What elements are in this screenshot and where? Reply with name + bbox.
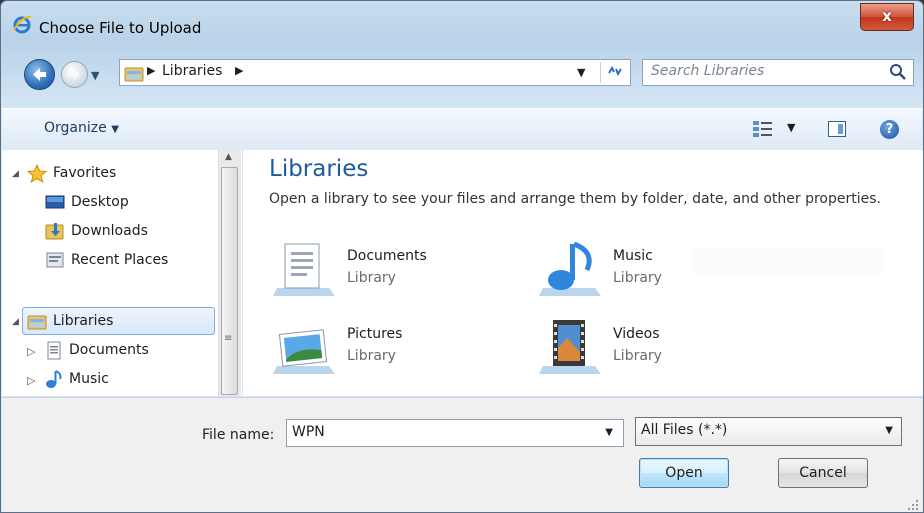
back-button[interactable] [24, 59, 55, 90]
file-type-value: All Files (*.*) [641, 422, 728, 438]
library-tile-pictures[interactable]: Pictures Library [273, 318, 493, 378]
file-upload-dialog: Choose File to Upload x ▼ ▶ Libraries ▶ … [0, 0, 924, 513]
collapse-favorites-icon[interactable]: ◢ [12, 169, 19, 179]
help-icon[interactable]: ? [880, 120, 899, 139]
music-library-icon [539, 241, 601, 296]
file-type-select[interactable]: All Files (*.*) ▼ [635, 417, 902, 446]
pictures-library-icon [273, 329, 335, 374]
internet-explorer-icon [13, 15, 32, 34]
address-bar[interactable]: ▶ Libraries ▶ ▼ [119, 59, 631, 86]
navigation-bar: ▼ ▶ Libraries ▶ ▼ Search Libraries [1, 51, 923, 91]
refresh-icon [608, 65, 622, 77]
command-bar: Organize ▼ ▼ ? [2, 108, 922, 151]
navigation-pane: ◢ Favorites Desktop Downloads Recent Pla… [2, 150, 242, 396]
nav-music[interactable]: Music [45, 366, 109, 392]
expand-documents-icon[interactable]: ▷ [27, 345, 35, 358]
music-note-icon [46, 370, 62, 388]
nav-favorites-label: Favorites [53, 165, 117, 181]
forward-button[interactable] [61, 61, 88, 88]
videos-library-icon [539, 320, 601, 374]
back-arrow-icon [33, 68, 46, 81]
nav-favorites[interactable]: Favorites [27, 160, 116, 186]
desktop-icon [45, 195, 65, 209]
organize-label: Organize [44, 120, 107, 136]
chevron-down-icon: ▼ [111, 124, 119, 135]
nav-documents-label: Documents [69, 342, 149, 358]
cancel-button[interactable]: Cancel [778, 458, 868, 488]
nav-libraries[interactable]: Libraries [27, 308, 113, 334]
documents-icon [47, 341, 61, 359]
window-title: Choose File to Upload [39, 19, 202, 37]
downloads-folder-icon [45, 223, 64, 240]
recent-places-icon [46, 252, 64, 268]
library-tile-music[interactable]: Music Library [539, 240, 759, 300]
library-type: Library [347, 270, 396, 286]
navigation-scrollbar[interactable]: ▲ ≡ [218, 150, 241, 396]
library-name: Videos [613, 326, 660, 342]
page-description: Open a library to see your files and arr… [269, 191, 881, 207]
scroll-up-arrow-icon[interactable]: ▲ [225, 152, 232, 162]
nav-downloads[interactable]: Downloads [45, 218, 148, 244]
open-button[interactable]: Open [639, 458, 729, 488]
file-type-dropdown-icon[interactable]: ▼ [885, 425, 893, 436]
breadcrumb-separator-icon[interactable]: ▶ [235, 64, 243, 77]
page-title: Libraries [269, 156, 369, 182]
nav-desktop-label: Desktop [71, 194, 129, 210]
search-box[interactable]: Search Libraries [642, 59, 914, 86]
scroll-grip-icon: ≡ [224, 333, 233, 344]
library-type: Library [347, 348, 396, 364]
resize-grip-icon[interactable] [907, 499, 919, 511]
organize-menu-button[interactable]: Organize ▼ [44, 120, 119, 136]
nav-libraries-label: Libraries [53, 313, 114, 329]
collapse-libraries-icon[interactable]: ◢ [12, 317, 19, 327]
expand-music-icon[interactable]: ▷ [27, 374, 35, 387]
nav-music-label: Music [69, 371, 109, 387]
library-tile-documents[interactable]: Documents Library [273, 240, 493, 300]
filename-label: File name: [202, 427, 275, 443]
library-name: Music [613, 248, 653, 264]
libraries-folder-icon [27, 315, 47, 329]
breadcrumb-separator-icon[interactable]: ▶ [147, 64, 155, 77]
favorites-star-icon [27, 163, 47, 183]
search-icon[interactable] [889, 63, 907, 81]
nav-desktop[interactable]: Desktop [45, 189, 129, 215]
filename-field[interactable]: WPN ▼ [286, 419, 624, 447]
library-name: Documents [347, 248, 427, 264]
library-type: Library [613, 348, 662, 364]
change-view-icon[interactable] [752, 119, 774, 139]
view-options-dropdown-icon[interactable]: ▼ [787, 121, 795, 134]
breadcrumb-libraries[interactable]: Libraries [162, 63, 222, 79]
preview-pane-button[interactable] [828, 121, 846, 137]
recent-locations-dropdown[interactable]: ▼ [91, 69, 99, 82]
nav-recent-places-label: Recent Places [71, 252, 169, 268]
address-dropdown-icon[interactable]: ▼ [577, 66, 585, 79]
libraries-folder-icon [124, 67, 144, 82]
nav-recent-places[interactable]: Recent Places [45, 247, 168, 273]
dialog-footer: File name: WPN ▼ All Files (*.*) ▼ Open … [2, 397, 922, 512]
content-pane: Libraries Open a library to see your fil… [243, 150, 923, 396]
close-icon: x [882, 7, 892, 25]
close-button[interactable]: x [860, 3, 914, 31]
search-input[interactable]: Search Libraries [651, 63, 764, 79]
title-bar: Choose File to Upload x [1, 1, 923, 39]
refresh-button[interactable] [600, 62, 629, 83]
documents-library-icon [273, 243, 335, 296]
library-tile-videos[interactable]: Videos Library [539, 318, 759, 378]
nav-downloads-label: Downloads [71, 223, 148, 239]
filename-value[interactable]: WPN [292, 424, 325, 440]
library-name: Pictures [347, 326, 403, 342]
nav-documents[interactable]: Documents [45, 337, 149, 363]
scrollbar-thumb[interactable] [221, 167, 238, 395]
filename-dropdown-icon[interactable]: ▼ [605, 427, 613, 438]
forward-arrow-icon [68, 69, 80, 80]
library-type: Library [613, 270, 662, 286]
